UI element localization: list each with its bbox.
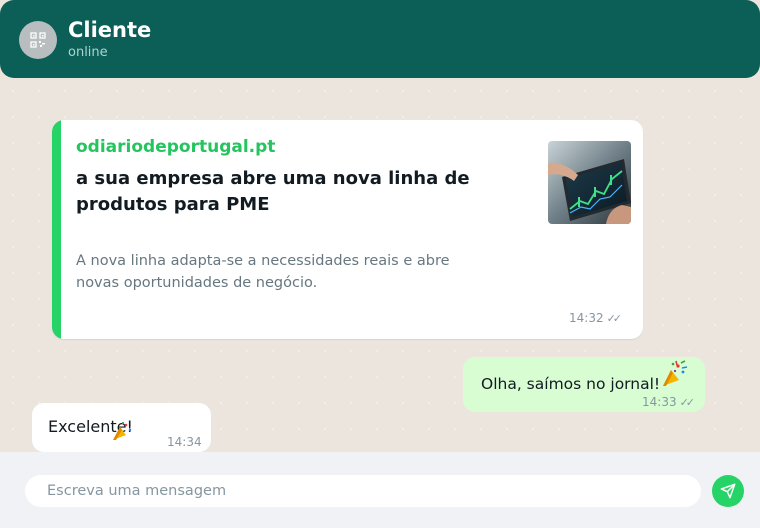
- incoming-message-time: 14:34: [167, 435, 202, 449]
- message-time: 14:32: [569, 311, 604, 325]
- link-message-meta: 14:32 ✓✓: [569, 311, 623, 326]
- link-preview-message[interactable]: odiariodeportugal.pt a sua empresa abre …: [52, 120, 643, 339]
- message-composer: [0, 452, 760, 528]
- outgoing-message[interactable]: Olha, saímos no jornal! 14:33 ✓✓: [463, 357, 705, 412]
- read-ticks-icon: ✓✓: [606, 312, 623, 325]
- contact-name: Cliente: [68, 18, 152, 42]
- link-summary: A nova linha adapta-se a necessidades re…: [76, 253, 450, 291]
- send-button[interactable]: [712, 475, 744, 507]
- qr-code-icon: [30, 32, 46, 48]
- message-input[interactable]: [25, 475, 701, 507]
- tablet-stock-chart-image: [548, 141, 631, 224]
- outgoing-message-text: Olha, saímos no jornal!: [481, 375, 661, 393]
- outgoing-message-meta: 14:33 ✓✓: [642, 395, 696, 410]
- party-popper-icon: [663, 360, 688, 386]
- contact-avatar[interactable]: [19, 21, 57, 59]
- message-time: 14:33: [642, 395, 677, 409]
- link-thumbnail[interactable]: [548, 141, 631, 224]
- incoming-message[interactable]: Excelente! 14:34: [32, 403, 211, 452]
- contact-status: online: [68, 45, 108, 60]
- chat-header: Cliente online: [0, 0, 760, 78]
- link-accent-bar: [52, 120, 61, 339]
- read-ticks-icon: ✓✓: [679, 396, 696, 409]
- link-site[interactable]: odiariodeportugal.pt: [76, 136, 275, 158]
- chat-window: Cliente online odiariodeportugal.pt a su…: [0, 0, 760, 528]
- send-icon: [720, 483, 736, 499]
- party-popper-icon: [113, 421, 132, 440]
- link-headline[interactable]: a sua empresa abre uma nova linha de pro…: [76, 166, 516, 218]
